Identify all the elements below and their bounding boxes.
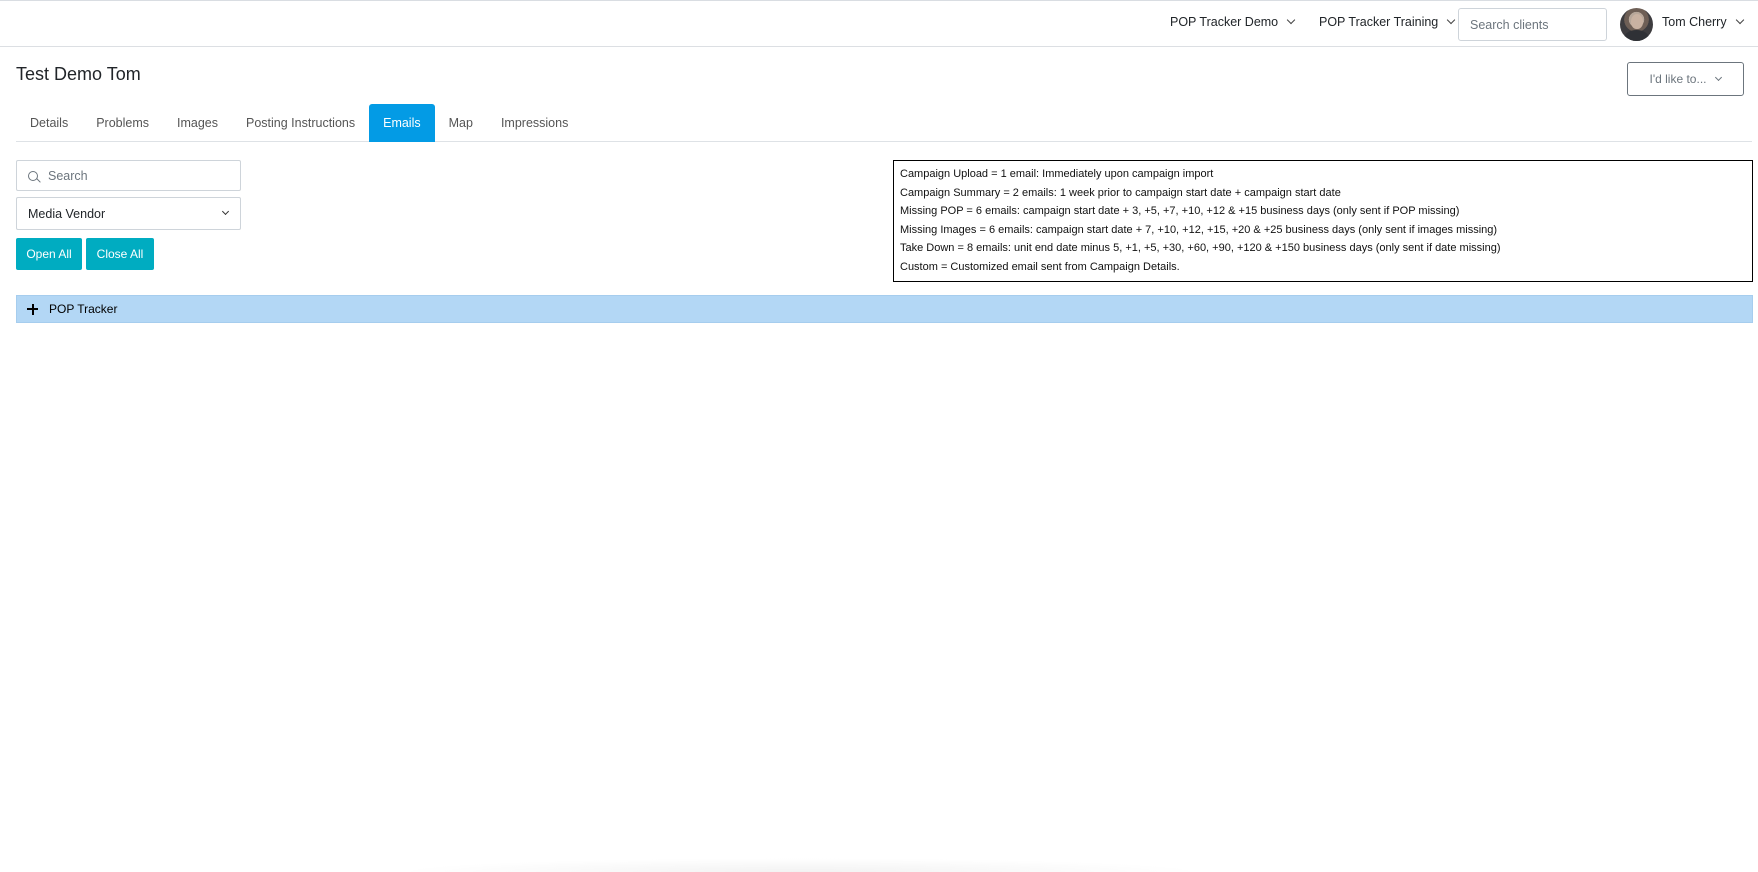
- tab-problems[interactable]: Problems: [82, 104, 163, 142]
- chevron-down-icon: [1715, 73, 1723, 81]
- close-all-button[interactable]: Close All: [86, 238, 154, 270]
- chevron-down-icon: [1447, 15, 1456, 25]
- user-menu-dropdown[interactable]: Tom Cherry: [1662, 15, 1744, 29]
- tab-images[interactable]: Images: [163, 104, 232, 142]
- org-dropdown[interactable]: POP Tracker Demo: [1170, 15, 1296, 29]
- action-dropdown-label: I'd like to...: [1649, 72, 1707, 86]
- legend-line: Take Down = 8 emails: unit end date minu…: [900, 242, 1501, 254]
- legend-line: Missing Images = 6 emails: campaign star…: [900, 223, 1498, 236]
- org-dropdown-label: POP Tracker Demo: [1170, 15, 1279, 29]
- tab-map[interactable]: Map: [435, 104, 487, 142]
- training-dropdown[interactable]: POP Tracker Training: [1319, 15, 1456, 29]
- action-dropdown-button[interactable]: I'd like to...: [1627, 62, 1744, 96]
- search-field[interactable]: [16, 160, 241, 191]
- tab-details[interactable]: Details: [16, 104, 82, 142]
- plus-icon[interactable]: [27, 303, 38, 315]
- avatar[interactable]: [1620, 8, 1653, 41]
- top-navbar: POP Tracker Demo POP Tracker Training To…: [0, 0, 1758, 47]
- bottom-shadow: [390, 858, 1210, 872]
- pop-tracker-accordion-header[interactable]: POP Tracker: [16, 295, 1753, 323]
- accordion-label: POP Tracker: [49, 302, 118, 316]
- tab-impressions[interactable]: Impressions: [487, 104, 582, 142]
- email-schedule-legend: Campaign Upload = 1 email: Immediately u…: [893, 160, 1753, 282]
- legend-line: Campaign Upload = 1 email: Immediately u…: [900, 168, 1214, 180]
- media-vendor-select[interactable]: Media Vendor: [16, 197, 241, 230]
- open-all-button[interactable]: Open All: [16, 238, 82, 270]
- legend-line: Campaign Summary = 2 emails: 1 week prio…: [900, 186, 1341, 199]
- tab-bar: Details Problems Images Posting Instruct…: [16, 104, 1752, 142]
- chevron-down-icon: [221, 207, 230, 216]
- search-icon: [28, 170, 38, 181]
- client-search-input[interactable]: [1458, 8, 1607, 41]
- legend-line: Custom = Customized email sent from Camp…: [900, 260, 1180, 273]
- legend-line: Missing POP = 6 emails: campaign start d…: [900, 205, 1460, 217]
- training-dropdown-label: POP Tracker Training: [1319, 15, 1439, 29]
- media-vendor-select-value: Media Vendor: [28, 206, 106, 221]
- tab-posting-instructions[interactable]: Posting Instructions: [232, 104, 369, 142]
- user-name: Tom Cherry: [1662, 15, 1727, 29]
- chevron-down-icon: [1735, 15, 1744, 25]
- tab-emails[interactable]: Emails: [369, 104, 435, 142]
- search-input[interactable]: [46, 167, 236, 184]
- chevron-down-icon: [1286, 15, 1296, 25]
- page-title: Test Demo Tom: [16, 64, 141, 84]
